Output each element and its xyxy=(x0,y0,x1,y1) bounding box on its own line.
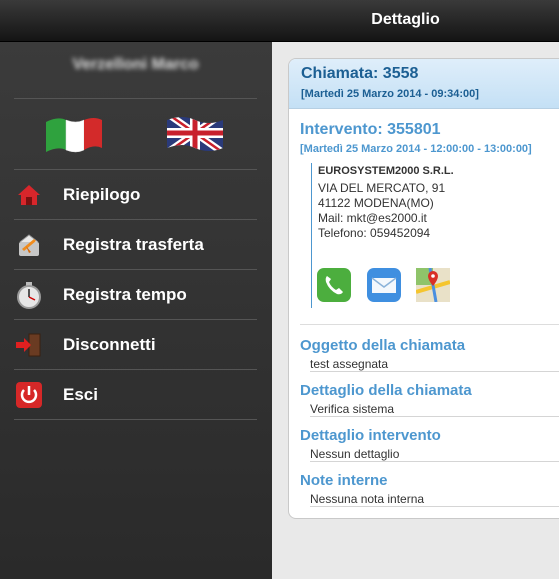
field-value-dettaglio-intervento: Nessun dettaglio xyxy=(310,447,400,461)
call-date: [Martedì 25 Marzo 2014 - 09:34:00] xyxy=(301,88,479,100)
menu-item-disconnetti[interactable]: Disconnetti xyxy=(14,320,257,370)
call-title: Chiamata: 3558 xyxy=(301,65,419,82)
customer-city: 41122 MODENA(MO) xyxy=(318,196,434,210)
field-value-note-interne: Nessuna nota interna xyxy=(310,492,425,506)
separator xyxy=(14,419,257,420)
home-icon xyxy=(14,180,44,210)
field-value-dettaglio-chiamata: Verifica sistema xyxy=(310,402,395,416)
field-title-dettaglio-intervento: Dettaglio intervento xyxy=(300,427,441,444)
customer-company: EUROSYSTEM2000 S.R.L. xyxy=(318,165,454,177)
field-separator xyxy=(310,461,559,462)
stopwatch-icon xyxy=(14,280,44,310)
maps-icon[interactable] xyxy=(415,267,451,303)
field-title-dettaglio-chiamata: Dettaglio della chiamata xyxy=(300,382,472,399)
menu-item-registra-tempo[interactable]: Registra tempo xyxy=(14,270,257,320)
intervention-date: [Martedì 25 Marzo 2014 - 12:00:00 - 13:0… xyxy=(300,143,532,155)
page-title: Dettaglio xyxy=(371,11,440,28)
intervention-title: Intervento: 355801 xyxy=(300,121,441,138)
top-bar: Dettaglio xyxy=(0,0,559,42)
call-header: Chiamata: 3558 [Martedì 25 Marzo 2014 - … xyxy=(289,59,559,109)
sidebar: Verzelloni Marco Riepilogo Registra tras… xyxy=(0,42,272,579)
field-separator xyxy=(310,416,559,417)
menu-item-registra-trasferta[interactable]: Registra trasferta xyxy=(14,220,257,270)
customer-street: VIA DEL MERCATO, 91 xyxy=(318,181,446,195)
separator xyxy=(14,98,257,99)
detail-panel: Chiamata: 3558 [Martedì 25 Marzo 2014 - … xyxy=(288,58,559,519)
mail-icon[interactable] xyxy=(367,268,401,302)
customer-mail: Mail: mkt@es2000.it xyxy=(318,211,427,225)
italian-flag-icon[interactable] xyxy=(44,112,104,154)
travel-icon xyxy=(14,230,44,260)
power-icon xyxy=(14,380,44,410)
divider xyxy=(300,324,559,325)
field-separator xyxy=(310,371,559,372)
user-name: Verzelloni Marco xyxy=(72,56,199,73)
uk-flag-icon[interactable] xyxy=(165,112,225,154)
logout-icon xyxy=(14,330,44,360)
customer-phone: Telefono: 059452094 xyxy=(318,226,431,240)
menu-item-riepilogo[interactable]: Riepilogo xyxy=(14,170,257,220)
field-title-oggetto: Oggetto della chiamata xyxy=(300,337,466,354)
phone-icon[interactable] xyxy=(317,268,351,302)
field-separator xyxy=(310,506,559,507)
menu-item-esci[interactable]: Esci xyxy=(14,370,257,420)
field-value-oggetto: test assegnata xyxy=(310,357,389,371)
field-title-note-interne: Note interne xyxy=(300,472,388,489)
